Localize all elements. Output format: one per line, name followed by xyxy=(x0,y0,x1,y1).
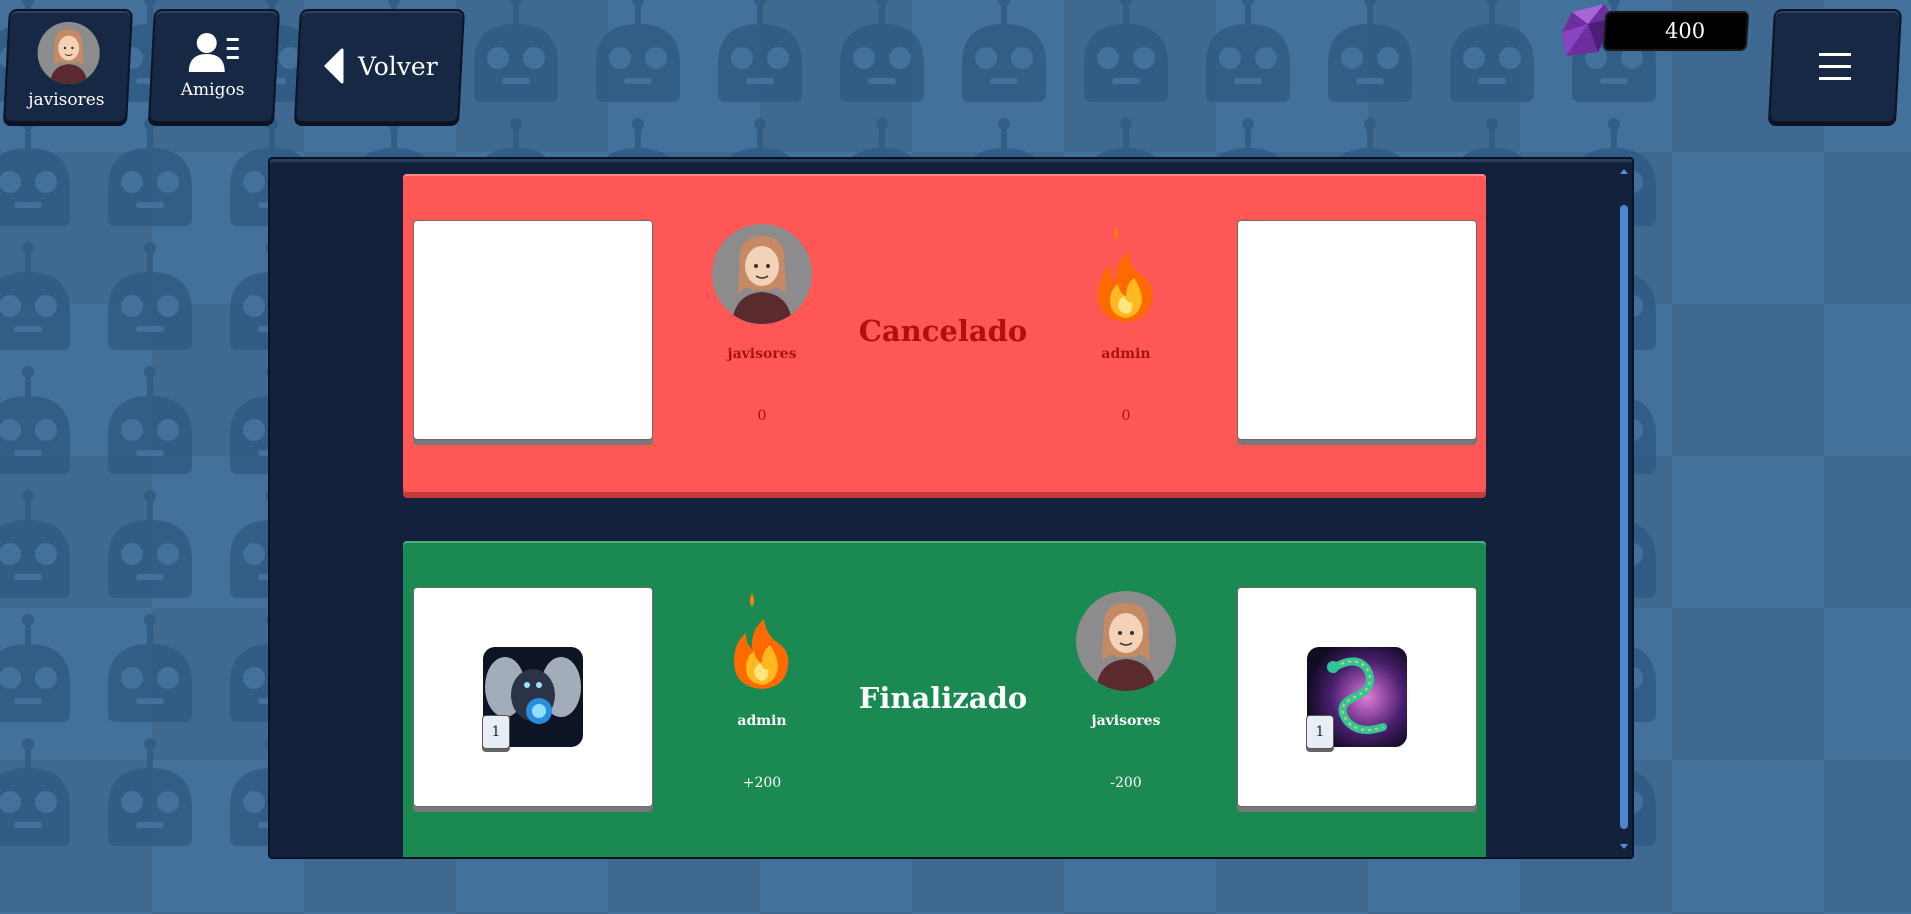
friends-button[interactable]: Amigos xyxy=(148,9,280,123)
back-button[interactable]: Volver xyxy=(294,9,465,123)
left-player: javisores 0 xyxy=(702,224,822,424)
right-player: admin 0 xyxy=(1066,224,1186,424)
left-player: admin +200 xyxy=(702,591,822,791)
robot-pattern-icon xyxy=(0,366,78,476)
scroll-down-arrow-icon[interactable] xyxy=(1620,844,1628,849)
friends-label: Amigos xyxy=(180,80,245,100)
scroll-up-arrow-icon[interactable] xyxy=(1620,169,1628,174)
left-player-score: +200 xyxy=(742,775,782,791)
back-label: Volver xyxy=(357,51,438,81)
robot-pattern-icon xyxy=(100,738,200,848)
right-player: javisores -200 xyxy=(1066,591,1186,791)
card-count-badge: 1 xyxy=(1306,715,1334,749)
robot-pattern-icon xyxy=(588,0,688,104)
robot-pattern-icon xyxy=(100,490,200,600)
left-deck-slot xyxy=(413,220,653,440)
user-avatar xyxy=(37,22,100,84)
back-arrow-icon xyxy=(324,48,344,84)
right-deck-slot: 1 xyxy=(1237,587,1477,807)
scroll-thumb[interactable] xyxy=(1620,205,1628,829)
robot-pattern-icon xyxy=(710,0,810,104)
right-player-score: 0 xyxy=(1121,408,1131,424)
robot-pattern-icon xyxy=(1076,0,1176,104)
right-player-score: -200 xyxy=(1110,775,1142,791)
menu-button[interactable] xyxy=(1768,9,1902,123)
robot-pattern-icon xyxy=(466,0,566,104)
match-status: Finalizado xyxy=(858,681,1028,715)
flame-avatar xyxy=(1076,224,1176,324)
profile-button[interactable]: javisores xyxy=(3,9,133,123)
robot-pattern-icon xyxy=(100,366,200,476)
flame-avatar xyxy=(712,591,812,691)
match-card-finished: 1 admin +200 Finalizado javisores -200 1 xyxy=(403,541,1486,857)
right-player-name: admin xyxy=(1101,346,1151,362)
robot-pattern-icon xyxy=(0,738,78,848)
robot-pattern-icon xyxy=(1320,0,1420,104)
robot-pattern-icon xyxy=(0,490,78,600)
match-history-panel[interactable]: javisores 0 Cancelado admin 0 1 admin +2… xyxy=(268,157,1634,859)
vertical-scrollbar[interactable] xyxy=(1620,169,1628,849)
card-count-badge: 1 xyxy=(482,715,510,749)
profile-name: javisores xyxy=(28,90,105,110)
left-player-score: 0 xyxy=(757,408,767,424)
user-avatar xyxy=(712,224,812,324)
robot-pattern-icon xyxy=(832,0,932,104)
gem-amount: 400 xyxy=(1664,19,1706,43)
robot-pattern-icon xyxy=(0,118,78,228)
robot-pattern-icon xyxy=(1442,0,1542,104)
right-player-name: javisores xyxy=(1091,713,1161,729)
left-deck-slot: 1 xyxy=(413,587,653,807)
user-avatar xyxy=(1076,591,1176,691)
left-player-name: admin xyxy=(737,713,787,729)
left-player-name: javisores xyxy=(727,346,797,362)
robot-pattern-icon xyxy=(1198,0,1298,104)
friends-icon xyxy=(188,33,239,72)
right-deck-slot xyxy=(1237,220,1477,440)
robot-pattern-icon xyxy=(100,242,200,352)
hamburger-icon xyxy=(1819,52,1851,80)
robot-pattern-icon xyxy=(100,614,200,724)
robot-pattern-icon xyxy=(0,242,78,352)
robot-pattern-icon xyxy=(100,118,200,228)
robot-pattern-icon xyxy=(0,614,78,724)
match-card-cancelled: javisores 0 Cancelado admin 0 xyxy=(403,174,1486,492)
robot-pattern-icon xyxy=(954,0,1054,104)
match-status: Cancelado xyxy=(858,314,1028,348)
gem-counter: 400 xyxy=(1602,11,1750,51)
